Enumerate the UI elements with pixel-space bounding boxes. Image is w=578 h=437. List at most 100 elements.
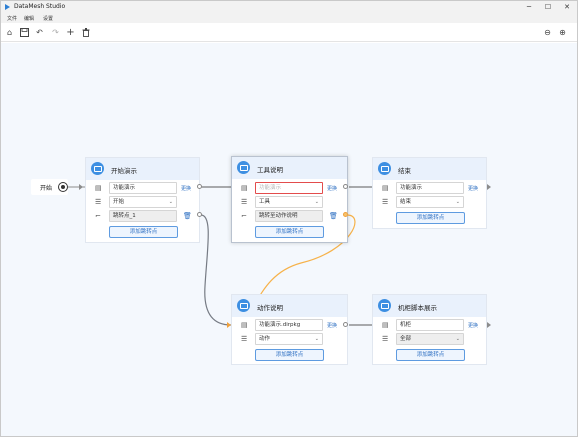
node-title: 结束 [398,167,411,175]
node-row-type: ☰ 动作 ⌄ [232,333,347,346]
media-icon [91,162,104,175]
add-jump-button[interactable]: 添加跳转点 [255,349,324,361]
menu-file[interactable]: 文件 [7,15,17,22]
node-title: 工具说明 [257,166,283,174]
menu-settings[interactable]: 设置 [43,15,53,22]
add-icon[interactable]: + [65,27,76,38]
node-action-desc[interactable]: 动作说明 ▤ 功能演示.dirpkg 更换 ☰ 动作 ⌄ 添加跳转点 [231,294,348,365]
node-header: 动作说明 [232,295,347,317]
node-row-type: ☰ 全部 ⌄ [373,333,486,346]
zoom-out-icon[interactable]: ⊖ [542,27,553,38]
maximize-button[interactable]: ☐ [542,2,554,12]
add-jump-button[interactable]: 添加跳转点 [255,226,324,238]
node-title: 动作说明 [257,304,283,312]
cabinet-output-port[interactable] [487,322,491,328]
redo-icon[interactable]: ↷ [50,27,61,38]
media-icon [378,162,391,175]
end-output-port[interactable] [487,184,491,190]
node-header: 结束 [373,158,486,180]
chevron-down-icon: ⌄ [314,336,319,342]
node-header: 开始演示 [86,158,199,180]
node-row-jump: ⌐ 跳转点_1 🗑 [86,210,199,223]
content-field[interactable]: 功能演示 [109,182,177,194]
list-icon: ☰ [382,335,389,343]
content-icon: ▤ [241,184,248,192]
start-demo-input-port[interactable] [79,184,83,190]
delete-jump-icon[interactable]: 🗑 [183,212,192,220]
node-row-type: ☰ 开始 ⌄ [86,196,199,209]
change-link[interactable]: 更换 [181,185,191,192]
chevron-down-icon: ⌄ [314,199,319,205]
node-tool-desc[interactable]: 工具说明 ▤ 功能演示 更换 ☰ 工具 ⌄ ⌐ 跳转至动作说明 🗑 添加跳转点 [231,156,348,243]
node-cabinet[interactable]: 机柜脚本展示 ▤ 机柜 更换 ☰ 全部 ⌄ 添加跳转点 [372,294,487,365]
save-icon[interactable] [19,27,30,38]
home-icon[interactable]: ⌂ [4,27,15,38]
node-row-type: ☰ 结束 ⌄ [373,196,486,209]
node-end[interactable]: 结束 ▤ 功能演示 更换 ☰ 结束 ⌄ 添加跳转点 [372,157,487,229]
media-icon [237,299,250,312]
type-select-value: 全部 [400,336,412,342]
content-field[interactable]: 功能演示.dirpkg [255,319,323,331]
delete-jump-icon[interactable]: 🗑 [329,212,338,220]
change-link[interactable]: 更换 [468,185,478,192]
undo-icon[interactable]: ↶ [34,27,45,38]
content-icon: ▤ [241,321,248,329]
type-select[interactable]: 开始 ⌄ [109,196,177,208]
jump-field[interactable]: 跳转点_1 [109,210,177,222]
jump-field[interactable]: 跳转至动作说明 [255,210,323,222]
node-row-content: ▤ 功能演示.dirpkg 更换 [232,319,347,332]
chevron-down-icon: ⌄ [455,199,460,205]
content-field[interactable]: 功能演示 [396,182,464,194]
action-desc-input-port[interactable] [227,322,231,328]
type-select[interactable]: 动作 ⌄ [255,333,323,345]
node-row-content: ▤ 机柜 更换 [373,319,486,332]
tool-desc-jump-port[interactable] [343,212,348,217]
jump-icon: ⌐ [95,212,101,220]
zoom-in-icon[interactable]: ⊕ [557,27,568,38]
node-row-type: ☰ 工具 ⌄ [232,196,347,209]
content-icon: ▤ [95,184,102,192]
type-select[interactable]: 工具 ⌄ [255,196,323,208]
chevron-down-icon: ⌄ [455,336,460,342]
node-row-jump: ⌐ 跳转至动作说明 🗑 [232,210,347,223]
start-output-port[interactable] [59,183,67,191]
media-icon [237,161,250,174]
start-demo-jump-port[interactable] [197,212,202,217]
list-icon: ☰ [241,198,248,206]
node-header: 机柜脚本展示 [373,295,486,317]
change-link[interactable]: 更换 [468,322,478,329]
action-desc-output-port[interactable] [343,322,348,327]
add-jump-button[interactable]: 添加跳转点 [396,212,465,224]
app-title: DataMesh Studio [14,3,66,10]
close-button[interactable]: ✕ [561,2,573,12]
start-node[interactable]: 开始 [31,179,68,195]
chevron-down-icon: ⌄ [168,199,173,205]
add-jump-button[interactable]: 添加跳转点 [396,349,465,361]
list-icon: ☰ [382,198,389,206]
content-field[interactable]: 机柜 [396,319,464,331]
list-icon: ☰ [241,335,248,343]
jump-icon: ⌐ [241,212,247,220]
change-link[interactable]: 更换 [327,185,337,192]
type-select-value: 工具 [259,199,271,205]
node-title: 机柜脚本展示 [398,304,437,312]
tool-desc-output-port[interactable] [343,184,348,189]
content-field[interactable]: 功能演示 [255,182,323,194]
node-header: 工具说明 [232,157,347,179]
node-start-demo[interactable]: 开始演示 ▤ 功能演示 更换 ☰ 开始 ⌄ ⌐ 跳转点_1 🗑 添加跳转点 [85,157,200,243]
menu-edit[interactable]: 编辑 [24,15,34,22]
change-link[interactable]: 更换 [327,322,337,329]
app-window: DataMesh Studio ─ ☐ ✕ 文件 编辑 设置 ⌂ ↶ ↷ + ⊖… [0,0,578,437]
add-jump-button[interactable]: 添加跳转点 [109,226,178,238]
delete-icon[interactable] [80,27,91,38]
type-select[interactable]: 全部 ⌄ [396,333,464,345]
type-select-value: 结束 [400,199,412,205]
type-select[interactable]: 结束 ⌄ [396,196,464,208]
start-demo-output-port[interactable] [197,184,202,189]
start-label: 开始 [40,185,53,192]
content-icon: ▤ [382,321,389,329]
minimize-button[interactable]: ─ [523,2,535,12]
media-icon [378,299,391,312]
type-select-value: 开始 [113,199,125,205]
node-title: 开始演示 [111,167,137,175]
